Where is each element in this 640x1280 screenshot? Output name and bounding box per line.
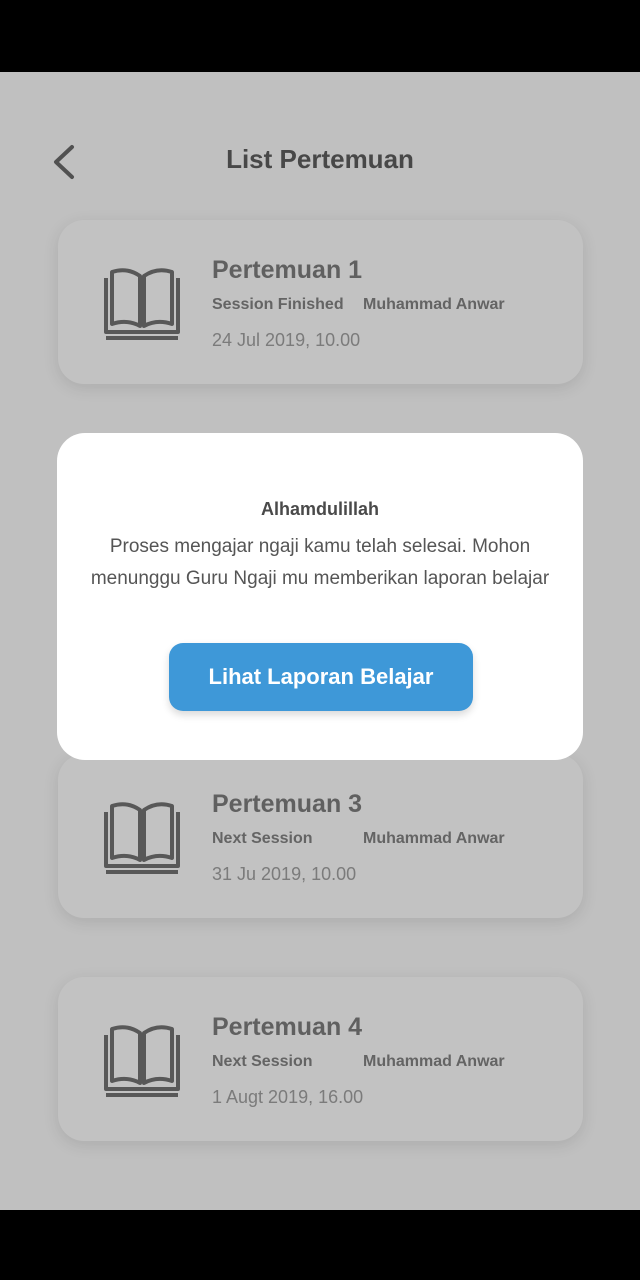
dialog-message: Proses mengajar ngaji kamu telah selesai…	[90, 536, 550, 589]
status-bar	[0, 0, 640, 72]
completion-dialog: Alhamdulillah Proses mengajar ngaji kamu…	[57, 433, 583, 760]
app-screen: List Pertemuan Pertemuan 1 Session Finis…	[0, 72, 640, 1210]
view-report-button[interactable]: Lihat Laporan Belajar	[169, 643, 473, 711]
dialog-heading: Alhamdulillah	[260, 499, 379, 519]
navigation-bar	[0, 1210, 640, 1280]
